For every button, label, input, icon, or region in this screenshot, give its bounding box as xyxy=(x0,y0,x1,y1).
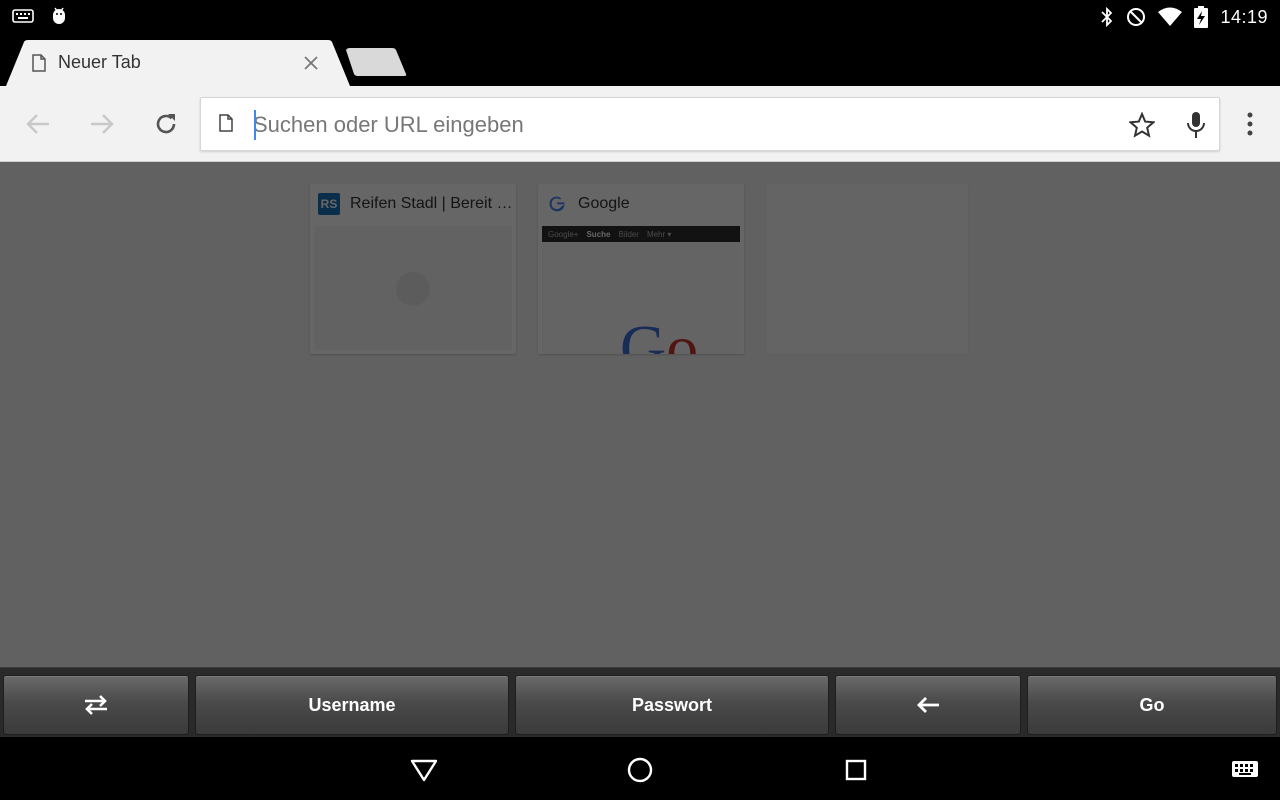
android-debug-icon xyxy=(50,6,68,26)
battery-charging-icon xyxy=(1194,6,1209,28)
empty-tile xyxy=(766,184,968,354)
new-tab-button[interactable] xyxy=(344,48,408,78)
keyboard-accessory-bar: Username Passwort Go xyxy=(0,667,1280,737)
keyboard-switch-button[interactable] xyxy=(1228,753,1262,787)
circle-home-icon xyxy=(627,757,653,783)
arrow-right-icon xyxy=(91,114,114,134)
keyboard-icon xyxy=(12,8,34,24)
page-icon xyxy=(32,54,46,77)
toolbar xyxy=(0,86,1280,162)
tile-thumbnail: Google+ Suche Bilder Mehr ▾ Go xyxy=(542,226,740,354)
overflow-menu-button[interactable] xyxy=(1236,108,1264,140)
wifi-icon xyxy=(1158,7,1183,27)
square-recents-icon xyxy=(845,759,867,781)
tile-thumbnail xyxy=(314,226,512,350)
screen: 14:19 Neuer Tab Suchen oder URL eingeben… xyxy=(0,0,1280,800)
back-button[interactable] xyxy=(22,108,54,140)
tab-neuer-tab[interactable]: Neuer Tab xyxy=(6,40,350,86)
bluetooth-icon xyxy=(1100,7,1114,27)
tile-title: Google xyxy=(578,195,630,212)
google-logo: Go xyxy=(620,316,698,355)
most-visited-tile[interactable]: Google Google+ Suche Bilder Mehr ▾ Go xyxy=(538,184,744,354)
google-icon xyxy=(546,193,568,215)
more-vert-icon xyxy=(1247,112,1253,136)
url-input[interactable] xyxy=(253,106,1113,144)
new-tab-page: RS Reifen Stadl | Bereit f... Google Goo… xyxy=(0,162,1280,667)
thumb-nav-item: Mehr ▾ xyxy=(646,229,672,239)
tile-title: Reifen Stadl | Bereit f... xyxy=(350,195,514,212)
thumb-nav-item: Bilder xyxy=(618,229,639,239)
navigation-bar xyxy=(0,737,1280,800)
triangle-back-icon xyxy=(410,759,438,782)
voice-search-button[interactable] xyxy=(1181,110,1211,140)
bookmark-star-button[interactable] xyxy=(1127,110,1157,140)
omnibox[interactable] xyxy=(200,97,1220,151)
arrow-left-icon xyxy=(917,697,939,713)
tab-strip: Neuer Tab xyxy=(0,34,1280,86)
text-caret xyxy=(254,110,256,140)
site-favicon: RS xyxy=(318,193,340,215)
home-nav-button[interactable] xyxy=(623,753,657,787)
most-visited-tile[interactable]: RS Reifen Stadl | Bereit f... xyxy=(310,184,516,354)
tab-title: Neuer Tab xyxy=(58,52,141,72)
status-bar: 14:19 xyxy=(0,0,1280,34)
password-button[interactable]: Passwort xyxy=(515,675,829,735)
swap-arrows-icon xyxy=(85,695,107,715)
back-nav-button[interactable] xyxy=(407,753,441,787)
do-not-disturb-icon xyxy=(1126,7,1146,27)
recents-nav-button[interactable] xyxy=(839,753,873,787)
reload-icon xyxy=(156,114,176,134)
username-button[interactable]: Username xyxy=(195,675,509,735)
thumb-nav-item: Suche xyxy=(586,229,611,239)
reload-button[interactable] xyxy=(150,108,182,140)
arrow-left-icon xyxy=(26,114,49,134)
status-time: 14:19 xyxy=(1220,6,1268,27)
most-visited-tiles: RS Reifen Stadl | Bereit f... Google Goo… xyxy=(310,184,968,354)
close-icon[interactable] xyxy=(302,54,320,72)
keyboard-icon xyxy=(1232,761,1258,777)
go-button[interactable]: Go xyxy=(1027,675,1277,735)
forward-button[interactable] xyxy=(86,108,118,140)
thumb-nav-item: Google+ xyxy=(548,229,579,239)
backspace-button[interactable] xyxy=(835,675,1021,735)
swap-button[interactable] xyxy=(3,675,189,735)
star-icon xyxy=(1129,112,1155,138)
page-icon xyxy=(219,114,233,137)
microphone-icon xyxy=(1187,112,1205,138)
